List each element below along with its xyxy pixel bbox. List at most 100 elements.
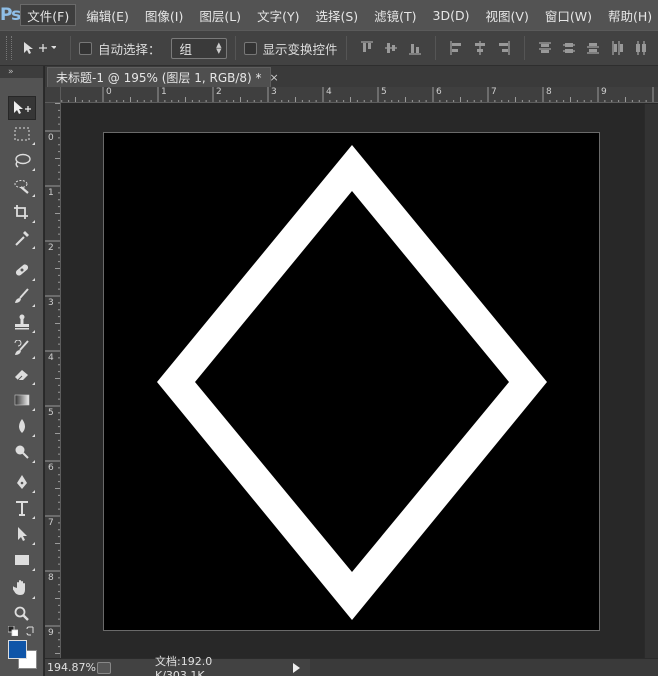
pen-tool-icon: [17, 475, 27, 489]
lasso-tool-icon: [15, 153, 31, 168]
ruler-label: 7: [48, 518, 54, 528]
lasso-tool[interactable]: [8, 148, 36, 172]
brush-tool[interactable]: [8, 284, 36, 308]
document-tab-strip: 未标题-1 @ 195% (图层 1, RGB/8) * ×: [45, 66, 658, 87]
menu-3d[interactable]: 3D(D): [427, 4, 476, 26]
foreground-color-swatch[interactable]: [8, 640, 27, 659]
crop-tool[interactable]: [8, 200, 36, 224]
document-tab[interactable]: 未标题-1 @ 195% (图层 1, RGB/8) * ×: [47, 67, 279, 87]
hand-tool-icon: [13, 580, 25, 595]
gradient-tool[interactable]: [8, 388, 36, 412]
dodge-tool[interactable]: [8, 440, 36, 464]
menu-window[interactable]: 窗口(W): [539, 4, 598, 26]
align-horizontal-centers-icon[interactable]: [473, 40, 487, 56]
document-size: 文档:192.0 K/303.1K: [155, 655, 213, 676]
marquee-tool-icon: [14, 127, 30, 141]
rectangle-tool-icon: [15, 555, 29, 565]
quick-select-tool[interactable]: [8, 174, 36, 198]
vertical-ruler[interactable]: 0 1 2 3 4 5 6 7 8 9: [45, 103, 61, 658]
ruler-label: 6: [436, 87, 442, 97]
path-selection-tool[interactable]: [8, 522, 36, 546]
ruler-label: 7: [491, 87, 497, 97]
horizontal-scrollbar[interactable]: [310, 658, 658, 676]
history-brush-tool[interactable]: [8, 336, 36, 360]
close-tab-icon[interactable]: ×: [270, 71, 279, 84]
move-tool-icon: [14, 101, 31, 114]
tools-panel: »: [0, 66, 44, 676]
auto-select-checkbox[interactable]: [79, 41, 92, 55]
status-info-icon[interactable]: [97, 661, 111, 674]
ruler-label: 1: [161, 87, 167, 97]
move-tool-icon: [24, 42, 56, 54]
align-top-edges-icon[interactable]: [360, 40, 374, 56]
auto-select-label: 自动选择：: [98, 41, 161, 57]
menu-filter[interactable]: 滤镜(T): [368, 4, 422, 26]
type-tool[interactable]: [8, 496, 36, 520]
menu-image[interactable]: 图像(I): [139, 4, 189, 26]
horizontal-ruler-ticks: [61, 87, 654, 102]
photoshop-window: Ps 文件(F) 编辑(E) 图像(I) 图层(L) 文字(Y) 选择(S) 滤…: [0, 0, 658, 676]
auto-select-dropdown[interactable]: 组 ▲ ▼: [170, 37, 227, 59]
ruler-label: 9: [601, 87, 607, 97]
clone-stamp-tool[interactable]: [8, 310, 36, 334]
path-select-tool-icon: [18, 527, 27, 541]
vertical-scrollbar[interactable]: [644, 104, 658, 658]
ruler-label: 1: [48, 188, 54, 198]
show-transform-label: 显示变换控件: [262, 41, 338, 57]
menu-file[interactable]: 文件(F): [20, 4, 77, 26]
app-logo: Ps: [0, 5, 21, 25]
ruler-label: 6: [48, 463, 54, 473]
tools-panel-collapse[interactable]: »: [0, 66, 43, 78]
options-separator: [434, 36, 436, 60]
pen-tool[interactable]: [8, 470, 36, 494]
menu-layer[interactable]: 图层(L): [193, 4, 247, 26]
rectangle-tool[interactable]: [8, 548, 36, 572]
crop-tool-icon: [14, 205, 28, 219]
ruler-label: 2: [48, 243, 54, 253]
eyedropper-tool[interactable]: [8, 226, 36, 250]
move-tool[interactable]: [8, 96, 36, 120]
menu-help[interactable]: 帮助(H): [602, 4, 658, 26]
options-separator: [523, 36, 525, 60]
dodge-tool-icon: [15, 445, 29, 459]
auto-select-value: 组: [179, 41, 193, 57]
ruler-label: 8: [48, 573, 54, 583]
tool-preset-picker[interactable]: [22, 41, 62, 55]
zoom-tool[interactable]: [8, 602, 36, 626]
options-bar: 自动选择： 组 ▲ ▼ 显示变换控件: [0, 30, 658, 66]
default-colors-icon[interactable]: [8, 626, 18, 636]
status-menu-arrow-icon[interactable]: [293, 662, 300, 673]
menu-view[interactable]: 视图(V): [480, 4, 535, 26]
menu-edit[interactable]: 编辑(E): [80, 4, 135, 26]
align-left-edges-icon[interactable]: [449, 40, 463, 56]
document-tab-title: 未标题-1 @ 195% (图层 1, RGB/8) *: [56, 71, 262, 85]
zoom-tool-icon: [14, 606, 29, 621]
distribute-vertical-centers-icon[interactable]: [562, 40, 576, 56]
align-vertical-centers-icon[interactable]: [384, 40, 398, 56]
ruler-label: 5: [381, 87, 387, 97]
menu-type[interactable]: 文字(Y): [251, 4, 305, 26]
zoom-level[interactable]: 194.87%: [45, 661, 96, 674]
align-bottom-edges-icon[interactable]: [408, 40, 422, 56]
horizontal-ruler[interactable]: 0 1 2 3 4 5 6 7 8 9: [61, 87, 658, 103]
options-grip[interactable]: [6, 36, 12, 60]
document-canvas[interactable]: [103, 132, 600, 631]
ruler-origin[interactable]: [45, 87, 61, 103]
distribute-horizontal-centers-icon[interactable]: [634, 40, 648, 56]
blur-tool[interactable]: [8, 414, 36, 438]
distribute-top-edges-icon[interactable]: [538, 40, 552, 56]
align-right-edges-icon[interactable]: [497, 40, 511, 56]
distribute-bottom-edges-icon[interactable]: [586, 40, 600, 56]
menu-select[interactable]: 选择(S): [309, 4, 364, 26]
marquee-tool[interactable]: [8, 122, 36, 146]
show-transform-checkbox[interactable]: [243, 41, 257, 55]
options-separator: [345, 36, 347, 60]
eraser-tool[interactable]: [8, 362, 36, 386]
hand-tool[interactable]: [8, 576, 36, 600]
options-separator: [70, 36, 71, 60]
healing-brush-tool[interactable]: [8, 258, 36, 282]
swap-colors-icon[interactable]: [26, 626, 36, 636]
history-brush-tool-icon: [14, 340, 29, 355]
distribute-left-edges-icon[interactable]: [610, 40, 624, 56]
ruler-label: 3: [271, 87, 277, 97]
